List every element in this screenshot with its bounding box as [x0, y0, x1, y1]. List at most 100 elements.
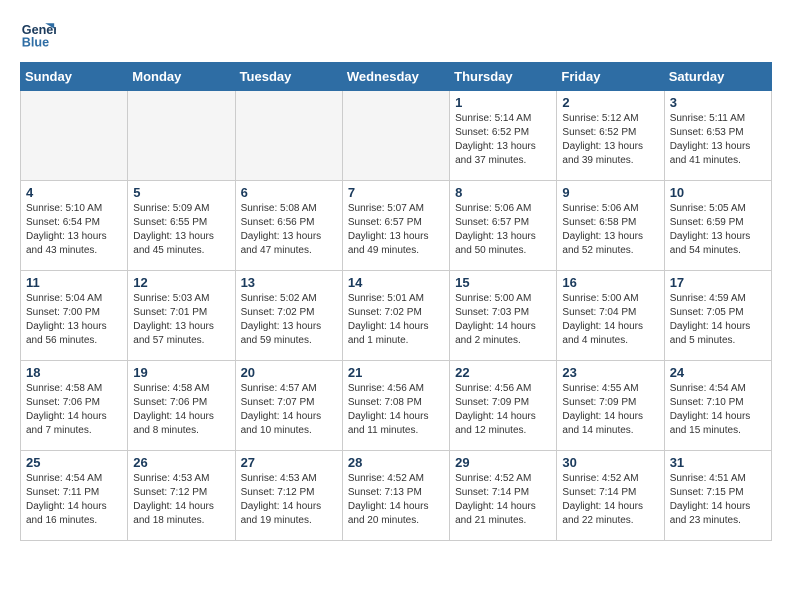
day-number: 21	[348, 365, 444, 380]
calendar-cell: 15 Sunrise: 5:00 AM Sunset: 7:03 PM Dayli…	[450, 271, 557, 361]
logo-icon: General Blue	[20, 16, 56, 52]
calendar-cell: 14 Sunrise: 5:01 AM Sunset: 7:02 PM Dayli…	[342, 271, 449, 361]
day-number: 28	[348, 455, 444, 470]
calendar-cell: 12Sunrise: 5:03 AM Sunset: 7:01 PM Dayli…	[128, 271, 235, 361]
day-info: Sunrise: 5:02 AM Sunset: 7:02 PM Dayligh…	[241, 292, 337, 348]
day-info: Sunrise: 5:00 AM Sunset: 7:04 PM Dayligh…	[562, 292, 658, 348]
calendar: SundayMondayTuesdayWednesdayThursdayFrid…	[20, 62, 772, 541]
calendar-cell: 10Sunrise: 5:05 AM Sunset: 6:59 PM Dayli…	[664, 181, 771, 271]
day-number: 12	[133, 275, 229, 290]
day-number: 5	[133, 185, 229, 200]
day-info: Sunrise: 4:55 AM Sunset: 7:09 PM Dayligh…	[562, 382, 658, 438]
day-info: Sunrise: 4:52 AM Sunset: 7:13 PM Dayligh…	[348, 472, 444, 528]
day-number: 11	[26, 275, 122, 290]
calendar-cell: 6 Sunrise: 5:08 AM Sunset: 6:56 PM Daylig…	[235, 181, 342, 271]
day-info: Sunrise: 5:01 AM Sunset: 7:02 PM Dayligh…	[348, 292, 444, 348]
calendar-cell: 31 Sunrise: 4:51 AM Sunset: 7:15 PM Dayli…	[664, 451, 771, 541]
svg-text:Blue: Blue	[22, 36, 49, 50]
day-info: Sunrise: 5:09 AM Sunset: 6:55 PM Dayligh…	[133, 202, 229, 258]
day-number: 19	[133, 365, 229, 380]
day-number: 26	[133, 455, 229, 470]
calendar-cell: 26 Sunrise: 4:53 AM Sunset: 7:12 PM Dayli…	[128, 451, 235, 541]
calendar-cell: 2 Sunrise: 5:12 AM Sunset: 6:52 PM Daylig…	[557, 91, 664, 181]
calendar-cell	[235, 91, 342, 181]
day-info: Sunrise: 4:53 AM Sunset: 7:12 PM Dayligh…	[133, 472, 229, 528]
weekday-header-row: SundayMondayTuesdayWednesdayThursdayFrid…	[21, 63, 772, 91]
calendar-cell: 7 Sunrise: 5:07 AM Sunset: 6:57 PM Daylig…	[342, 181, 449, 271]
day-info: Sunrise: 4:53 AM Sunset: 7:12 PM Dayligh…	[241, 472, 337, 528]
header: General Blue	[20, 16, 772, 52]
day-info: Sunrise: 4:57 AM Sunset: 7:07 PM Dayligh…	[241, 382, 337, 438]
day-info: Sunrise: 4:56 AM Sunset: 7:08 PM Dayligh…	[348, 382, 444, 438]
day-info: Sunrise: 5:10 AM Sunset: 6:54 PM Dayligh…	[26, 202, 122, 258]
calendar-cell: 13 Sunrise: 5:02 AM Sunset: 7:02 PM Dayli…	[235, 271, 342, 361]
week-row-5: 25 Sunrise: 4:54 AM Sunset: 7:11 PM Dayli…	[21, 451, 772, 541]
day-number: 8	[455, 185, 551, 200]
day-info: Sunrise: 5:05 AM Sunset: 6:59 PM Dayligh…	[670, 202, 766, 258]
calendar-cell: 22 Sunrise: 4:56 AM Sunset: 7:09 PM Dayli…	[450, 361, 557, 451]
day-info: Sunrise: 4:58 AM Sunset: 7:06 PM Dayligh…	[133, 382, 229, 438]
day-number: 15	[455, 275, 551, 290]
day-number: 14	[348, 275, 444, 290]
calendar-cell	[342, 91, 449, 181]
calendar-cell: 16 Sunrise: 5:00 AM Sunset: 7:04 PM Dayli…	[557, 271, 664, 361]
day-info: Sunrise: 4:54 AM Sunset: 7:10 PM Dayligh…	[670, 382, 766, 438]
day-number: 2	[562, 95, 658, 110]
day-number: 16	[562, 275, 658, 290]
day-number: 3	[670, 95, 766, 110]
day-number: 6	[241, 185, 337, 200]
day-number: 25	[26, 455, 122, 470]
day-number: 22	[455, 365, 551, 380]
day-info: Sunrise: 5:00 AM Sunset: 7:03 PM Dayligh…	[455, 292, 551, 348]
calendar-cell: 30 Sunrise: 4:52 AM Sunset: 7:14 PM Dayli…	[557, 451, 664, 541]
calendar-cell: 17 Sunrise: 4:59 AM Sunset: 7:05 PM Dayli…	[664, 271, 771, 361]
day-info: Sunrise: 4:58 AM Sunset: 7:06 PM Dayligh…	[26, 382, 122, 438]
week-row-1: 1 Sunrise: 5:14 AM Sunset: 6:52 PM Daylig…	[21, 91, 772, 181]
calendar-cell: 23Sunrise: 4:55 AM Sunset: 7:09 PM Dayli…	[557, 361, 664, 451]
day-number: 7	[348, 185, 444, 200]
day-number: 1	[455, 95, 551, 110]
day-info: Sunrise: 5:06 AM Sunset: 6:57 PM Dayligh…	[455, 202, 551, 258]
calendar-cell: 11Sunrise: 5:04 AM Sunset: 7:00 PM Dayli…	[21, 271, 128, 361]
logo: General Blue	[20, 16, 60, 52]
weekday-saturday: Saturday	[664, 63, 771, 91]
calendar-cell: 3 Sunrise: 5:11 AM Sunset: 6:53 PM Daylig…	[664, 91, 771, 181]
day-info: Sunrise: 4:59 AM Sunset: 7:05 PM Dayligh…	[670, 292, 766, 348]
day-info: Sunrise: 4:54 AM Sunset: 7:11 PM Dayligh…	[26, 472, 122, 528]
page: General Blue SundayMondayTuesdayWednesda…	[0, 0, 792, 557]
day-info: Sunrise: 5:06 AM Sunset: 6:58 PM Dayligh…	[562, 202, 658, 258]
week-row-4: 18 Sunrise: 4:58 AM Sunset: 7:06 PM Dayli…	[21, 361, 772, 451]
day-info: Sunrise: 4:52 AM Sunset: 7:14 PM Dayligh…	[562, 472, 658, 528]
week-row-3: 11Sunrise: 5:04 AM Sunset: 7:00 PM Dayli…	[21, 271, 772, 361]
week-row-2: 4 Sunrise: 5:10 AM Sunset: 6:54 PM Daylig…	[21, 181, 772, 271]
day-info: Sunrise: 4:51 AM Sunset: 7:15 PM Dayligh…	[670, 472, 766, 528]
day-number: 30	[562, 455, 658, 470]
day-number: 31	[670, 455, 766, 470]
calendar-cell: 5 Sunrise: 5:09 AM Sunset: 6:55 PM Daylig…	[128, 181, 235, 271]
calendar-cell: 28 Sunrise: 4:52 AM Sunset: 7:13 PM Dayli…	[342, 451, 449, 541]
calendar-cell	[21, 91, 128, 181]
calendar-cell: 19 Sunrise: 4:58 AM Sunset: 7:06 PM Dayli…	[128, 361, 235, 451]
calendar-cell: 9Sunrise: 5:06 AM Sunset: 6:58 PM Daylig…	[557, 181, 664, 271]
day-number: 18	[26, 365, 122, 380]
day-number: 17	[670, 275, 766, 290]
day-info: Sunrise: 5:11 AM Sunset: 6:53 PM Dayligh…	[670, 112, 766, 168]
day-number: 4	[26, 185, 122, 200]
calendar-cell: 8 Sunrise: 5:06 AM Sunset: 6:57 PM Daylig…	[450, 181, 557, 271]
day-info: Sunrise: 5:14 AM Sunset: 6:52 PM Dayligh…	[455, 112, 551, 168]
day-info: Sunrise: 5:08 AM Sunset: 6:56 PM Dayligh…	[241, 202, 337, 258]
weekday-thursday: Thursday	[450, 63, 557, 91]
calendar-cell: 27 Sunrise: 4:53 AM Sunset: 7:12 PM Dayli…	[235, 451, 342, 541]
day-info: Sunrise: 4:52 AM Sunset: 7:14 PM Dayligh…	[455, 472, 551, 528]
calendar-cell: 24Sunrise: 4:54 AM Sunset: 7:10 PM Dayli…	[664, 361, 771, 451]
day-info: Sunrise: 4:56 AM Sunset: 7:09 PM Dayligh…	[455, 382, 551, 438]
weekday-monday: Monday	[128, 63, 235, 91]
day-number: 13	[241, 275, 337, 290]
day-number: 20	[241, 365, 337, 380]
calendar-cell: 1 Sunrise: 5:14 AM Sunset: 6:52 PM Daylig…	[450, 91, 557, 181]
weekday-sunday: Sunday	[21, 63, 128, 91]
day-number: 27	[241, 455, 337, 470]
calendar-cell: 20 Sunrise: 4:57 AM Sunset: 7:07 PM Dayli…	[235, 361, 342, 451]
day-info: Sunrise: 5:07 AM Sunset: 6:57 PM Dayligh…	[348, 202, 444, 258]
day-info: Sunrise: 5:12 AM Sunset: 6:52 PM Dayligh…	[562, 112, 658, 168]
